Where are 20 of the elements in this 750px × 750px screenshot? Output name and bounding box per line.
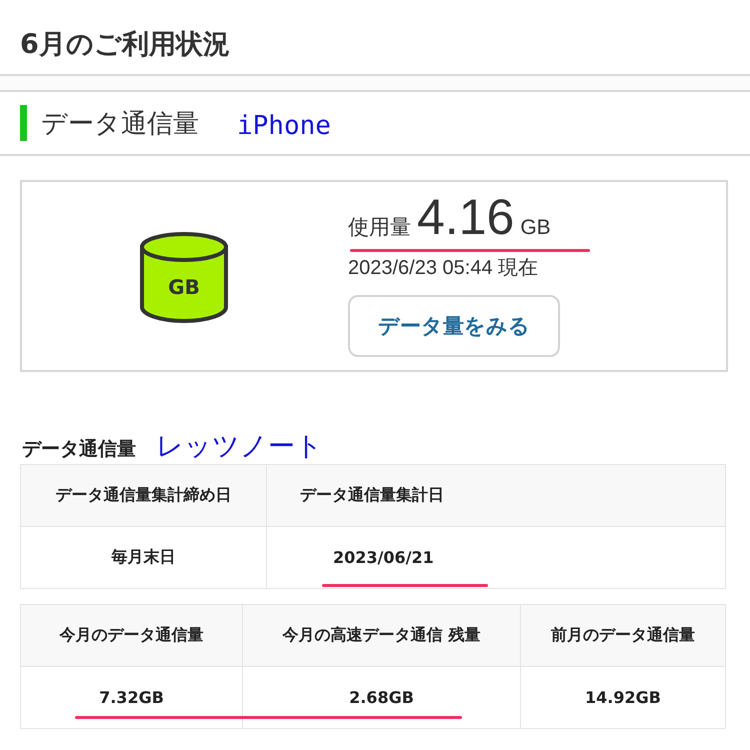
column-header: 前月のデータ通信量 [521, 605, 726, 667]
device-note: レッツノート [156, 430, 323, 464]
column-header: 今月のデータ通信量 [21, 605, 243, 667]
cylinder-icon [140, 232, 228, 323]
column-header: 今月の高速データ通信 残量 [243, 605, 521, 667]
column-header: データ通信量集計日 [267, 465, 726, 527]
accent-bar [20, 105, 27, 141]
view-data-button[interactable]: データ量をみる [348, 295, 560, 357]
table-cell: 14.92GB [521, 667, 726, 729]
usage-unit: GB [520, 216, 551, 240]
usage-label: 使用量 [348, 214, 411, 241]
table-cell: 毎月末日 [21, 527, 267, 589]
section-title: データ通信量 [41, 108, 199, 140]
page-title: 6月のご利用状況 [19, 28, 231, 62]
icon-label: GB [168, 275, 200, 299]
device-note: iPhone [237, 111, 331, 141]
detail-title: データ通信量 [22, 437, 136, 462]
usage-amount: 4.16 [417, 188, 514, 246]
column-header: データ通信量集計締め日 [21, 465, 267, 527]
timestamp: 2023/6/23 05:44 現在 [348, 256, 538, 281]
